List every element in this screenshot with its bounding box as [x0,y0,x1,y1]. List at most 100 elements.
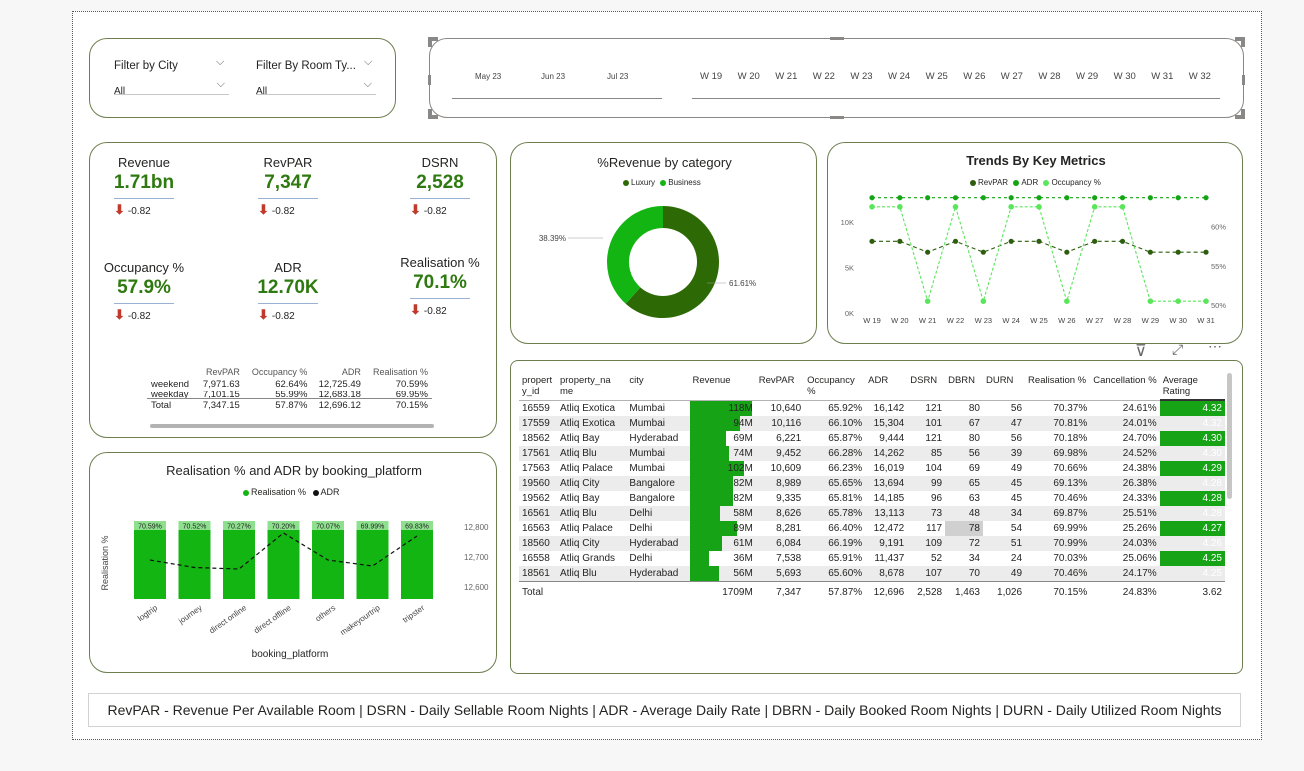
table-row[interactable]: 18560 Atliq City Hyderabad 61M 6,084 66.19% 9,… [519,536,1225,551]
data-point[interactable] [1119,238,1126,244]
data-point[interactable] [980,249,986,255]
table-row[interactable]: 19562 Atliq Bay Bangalore 82M 9,335 65.81% 14,… [519,491,1225,506]
data-point[interactable] [1036,204,1042,210]
table-scrollbar[interactable] [1227,373,1232,499]
data-point[interactable] [1147,249,1153,255]
timeline-week[interactable]: W 20 [738,71,760,82]
resize-handle[interactable] [1241,37,1245,47]
table-row[interactable]: weekday 7,101.15 55.99% 12,683.18 69.95% [147,391,432,399]
column-header[interactable]: ADR [311,366,364,378]
column-header[interactable]: Revenue [689,373,756,401]
data-point[interactable] [1203,195,1209,201]
table-row[interactable]: 17563 Atliq Palace Mumbai 102M 10,609 66.23% 1… [519,461,1225,476]
resize-handle[interactable] [428,75,431,85]
bar[interactable] [223,521,255,599]
column-header[interactable]: propert y_id [519,373,557,401]
table-row[interactable]: 17559 Atliq Exotica Mumbai 94M 10,116 66.10% 1… [519,416,1225,431]
bar[interactable] [178,521,211,599]
table-row[interactable]: 16563 Atliq Palace Delhi 89M 8,281 66.40% 12,4… [519,521,1225,536]
data-point[interactable] [952,204,959,210]
timeline-week[interactable]: W 27 [1001,71,1023,82]
data-point[interactable] [1064,195,1070,201]
column-header[interactable]: Average Rating [1159,373,1225,401]
data-point[interactable] [925,249,931,255]
timeline-week[interactable]: W 24 [888,71,910,82]
timeline-week[interactable]: W 31 [1151,71,1173,82]
column-header[interactable]: RevPAR [196,366,244,378]
timeline-month[interactable]: Jun 23 [541,72,565,81]
data-point[interactable] [1092,195,1098,201]
column-header[interactable]: Occupancy % [244,366,312,378]
timeline-week[interactable]: W 21 [775,71,797,82]
table-row[interactable]: weekend 7,971.63 62.64% 12,725.49 70.59% [147,378,432,391]
table-row[interactable]: 17561 Atliq Blu Mumbai 74M 9,452 66.28% 14,262… [519,446,1225,461]
data-point[interactable] [1119,204,1126,210]
data-point[interactable] [1175,195,1181,201]
timeline-slicer[interactable]: May 23 Jun 23 Jul 23 W 19 W 20 W 21 W 22 W 23 W… [428,37,1245,119]
timeline-week[interactable]: W 29 [1076,71,1098,82]
timeline-week[interactable]: W 22 [813,71,835,82]
resize-handle[interactable] [1241,109,1245,119]
data-point[interactable] [1092,238,1098,244]
data-point[interactable] [1008,195,1014,201]
data-point[interactable] [1203,298,1209,304]
data-point[interactable] [897,238,903,244]
data-point[interactable] [897,195,903,201]
column-header[interactable]: property_na me [556,373,627,401]
data-point[interactable] [952,238,959,244]
data-point[interactable] [1091,204,1098,210]
table-scrollbar[interactable] [150,424,434,428]
resize-handle[interactable] [1242,75,1245,85]
column-header[interactable]: Cancellation % [1090,373,1160,401]
data-point[interactable] [1008,238,1014,244]
timeline-month[interactable]: Jul 23 [607,72,628,81]
table-row[interactable]: 18561 Atliq Blu Hyderabad 56M 5,693 65.60% 8,6… [519,566,1225,582]
table-row[interactable]: 16561 Atliq Blu Delhi 58M 8,626 65.78% 13,113 7… [519,506,1225,521]
timeline-week[interactable]: W 25 [926,71,948,82]
filter-icon[interactable]: ⊽ [1135,341,1147,361]
resize-handle[interactable] [428,109,432,119]
data-point[interactable] [1008,204,1014,210]
bar[interactable] [401,521,433,599]
column-header[interactable]: DSRN [907,373,946,401]
column-header[interactable] [147,366,196,378]
timeline-week[interactable]: W 32 [1189,71,1211,82]
column-header[interactable]: city [626,373,690,401]
column-header[interactable]: DURN [982,373,1026,401]
city-slicer-dropdown[interactable]: All ⌵ [114,78,229,97]
timeline-month[interactable]: May 23 [475,72,501,81]
data-point[interactable] [1147,298,1154,304]
room-type-slicer-chevron-icon[interactable]: ⌵ [364,56,372,69]
resize-handle[interactable] [428,37,432,47]
table-row[interactable]: 18562 Atliq Bay Hyderabad 69M 6,221 65.87% 9,4… [519,431,1225,446]
data-point[interactable] [869,238,875,244]
bar[interactable] [356,521,389,599]
data-point[interactable] [1036,195,1042,201]
data-point[interactable] [1147,195,1153,201]
resize-handle[interactable] [830,116,844,119]
table-row[interactable]: 16558 Atliq Grands Delhi 36M 7,538 65.91% 11,4… [519,551,1225,566]
data-point[interactable] [925,195,931,201]
table-row[interactable]: 19560 Atliq City Bangalore 82M 8,989 65.65% 13… [519,476,1225,491]
room-type-slicer-dropdown[interactable]: All ⌵ [256,78,376,97]
donut-slice-business[interactable] [607,206,663,304]
focus-mode-icon[interactable]: ⤢ [1172,341,1183,358]
column-header[interactable]: ADR [865,373,908,401]
data-point[interactable] [1036,238,1042,244]
city-slicer-chevron-icon[interactable]: ⌵ [216,56,224,69]
data-point[interactable] [1203,249,1209,255]
data-point[interactable] [980,195,986,201]
data-point[interactable] [1064,249,1070,255]
data-point[interactable] [1175,298,1181,304]
data-point[interactable] [1064,298,1070,304]
data-point[interactable] [869,204,875,210]
timeline-week[interactable]: W 28 [1038,71,1060,82]
timeline-week[interactable]: W 23 [850,71,872,82]
column-header[interactable]: Occupancy % [804,373,866,401]
column-header[interactable]: DBRN [945,373,983,401]
timeline-week[interactable]: W 19 [700,71,722,82]
table-row[interactable]: 16559 Atliq Exotica Mumbai 118M 10,640 65.92%… [519,400,1225,416]
column-header[interactable]: Realisation % [365,366,432,378]
timeline-week[interactable]: W 30 [1114,71,1136,82]
data-point[interactable] [980,298,987,304]
